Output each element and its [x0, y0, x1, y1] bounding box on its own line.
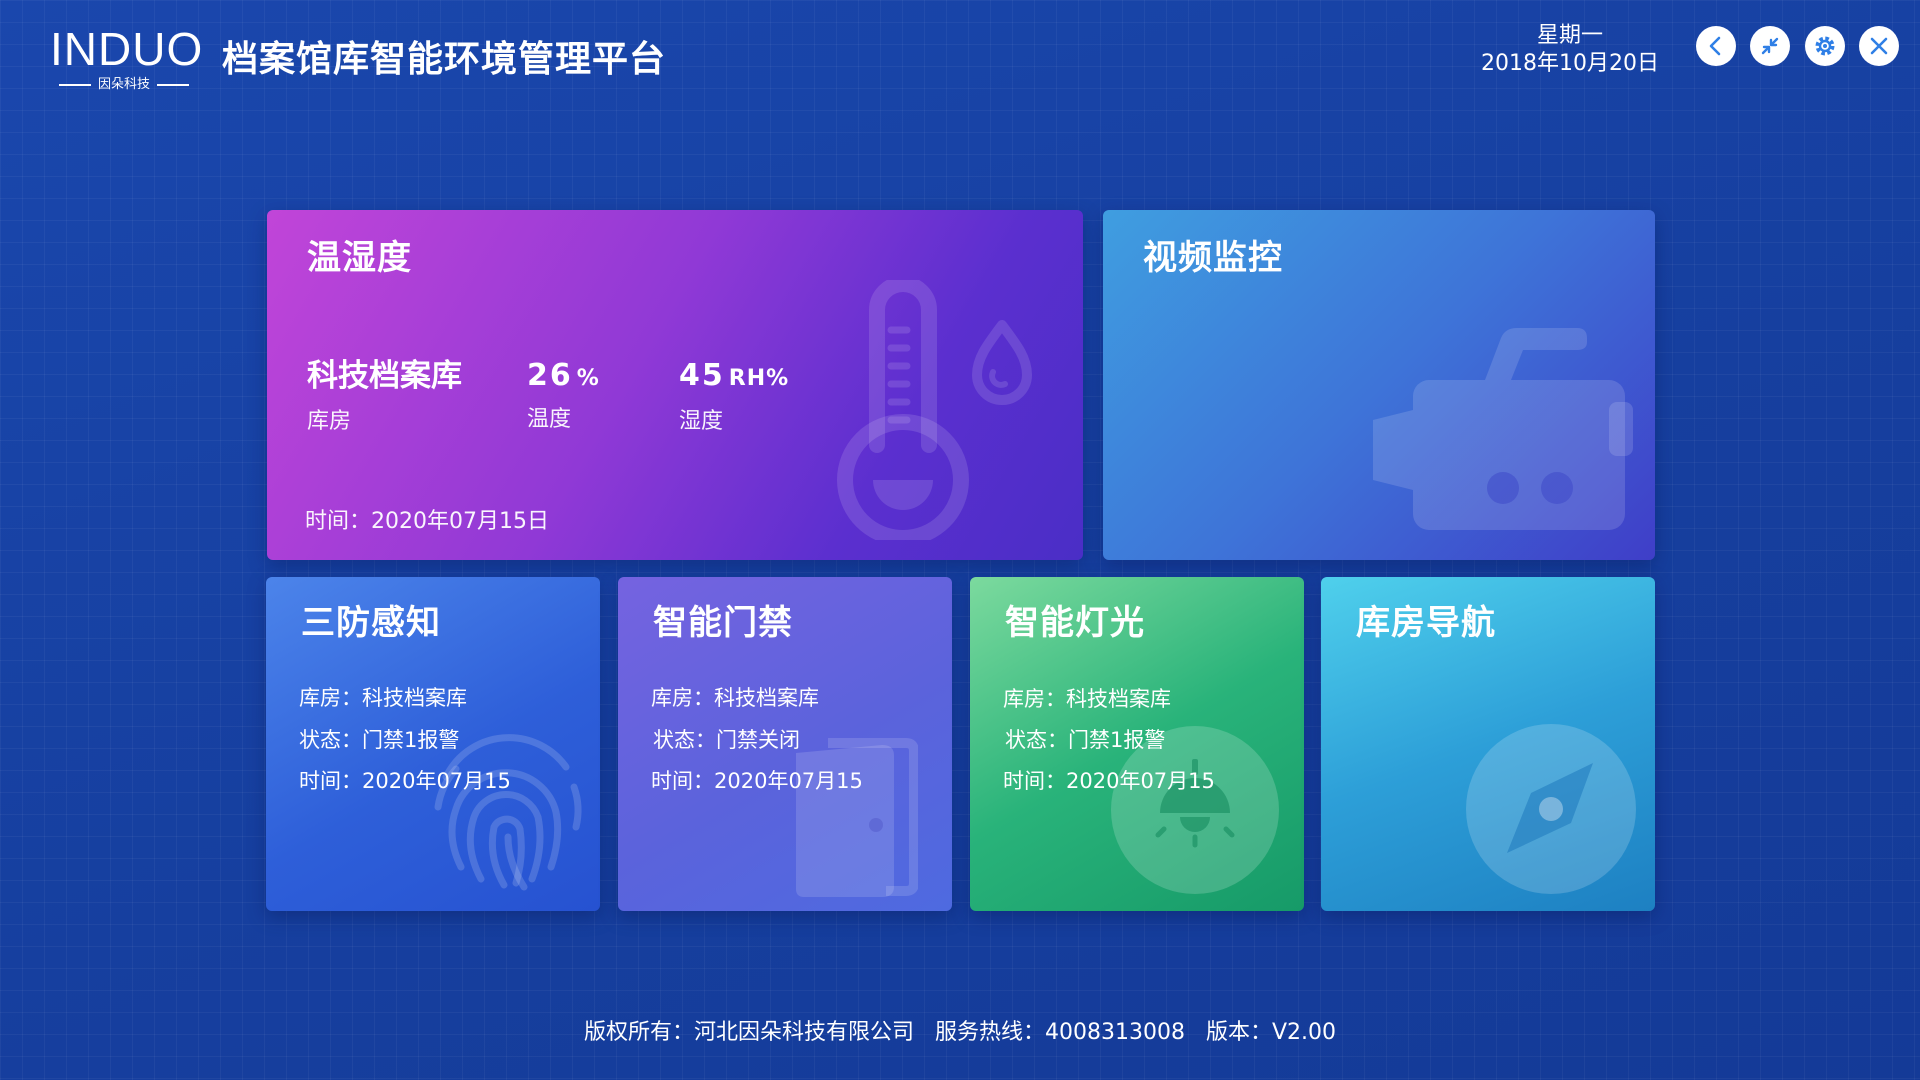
logo-subtitle-text: 因朵科技: [97, 77, 150, 92]
humidity-number: 45: [679, 358, 725, 393]
time-line: 时间：2020年07月15: [1003, 769, 1215, 793]
card-title: 库房导航: [1356, 603, 1496, 643]
humidity-unit: RH%: [728, 366, 790, 391]
temperature-number: 26: [527, 358, 573, 393]
smart-lighting-card[interactable]: 智能灯光 库房：科技档案库 状态：门禁1报警 时间：2020年07月15: [970, 577, 1304, 911]
time-line: 时间：2020年07月15: [299, 769, 511, 793]
thermometer-icon: [837, 280, 1032, 540]
compass-icon: [1466, 724, 1636, 894]
water-drop-icon: [972, 320, 1032, 405]
video-monitor-card[interactable]: 视频监控: [1103, 210, 1655, 560]
defense-sensing-card[interactable]: 三防感知 库房：科技档案库 状态：门禁1报警 时间：2020年07月15: [266, 577, 600, 911]
logo-divider-left: [58, 84, 91, 86]
hotline-text: 服务热线：4008313008: [934, 1020, 1185, 1045]
room-label: 库房: [307, 409, 352, 434]
weekday-text: 星期一: [1536, 23, 1603, 48]
card-title: 智能灯光: [1005, 603, 1145, 643]
app-title: 档案馆库智能环境管理平台: [222, 39, 667, 80]
room-name: 科技档案库: [307, 358, 462, 394]
video-camera-icon: [1373, 328, 1633, 530]
room-line: 库房：科技档案库: [299, 686, 467, 710]
logo-subtitle: 因朵科技: [50, 78, 198, 92]
temperature-value: 26%: [527, 358, 600, 397]
card-title: 温湿度: [307, 238, 412, 278]
copyright-text: 版权所有：河北因朵科技有限公司: [583, 1020, 914, 1045]
temperature-unit: %: [576, 366, 600, 391]
update-time: 时间：2020年07月15日: [305, 509, 549, 534]
warehouse-navigation-card[interactable]: 库房导航: [1321, 577, 1655, 911]
time-line: 时间：2020年07月15: [651, 769, 863, 793]
close-icon: [1870, 37, 1888, 55]
logo: INDUO 因朵科技: [50, 23, 204, 92]
humidity-label: 湿度: [679, 409, 724, 434]
gear-icon: [1815, 36, 1835, 56]
footer: 版权所有：河北因朵科技有限公司 服务热线：4008313008 版本：V2.00: [0, 1018, 1920, 1048]
logo-divider-right: [157, 84, 189, 86]
shrink-icon: [1761, 37, 1779, 55]
back-button[interactable]: [1696, 26, 1736, 66]
status-line: 状态：门禁1报警: [299, 728, 460, 752]
room-line: 库房：科技档案库: [651, 686, 819, 710]
card-title: 三防感知: [301, 603, 441, 643]
close-button[interactable]: [1859, 26, 1899, 66]
settings-button[interactable]: [1805, 26, 1845, 66]
version-text: 版本：V2.00: [1205, 1020, 1337, 1045]
date-text: 2018年10月20日: [1481, 51, 1659, 76]
restore-window-button[interactable]: [1750, 26, 1790, 66]
chevron-left-icon: [1709, 36, 1721, 56]
room-line: 库房：科技档案库: [1003, 687, 1171, 711]
temperature-label: 温度: [527, 407, 572, 432]
status-line: 状态：门禁1报警: [1005, 728, 1166, 752]
door-icon: [796, 738, 918, 897]
temp-humidity-card[interactable]: 温湿度 科技档案库 库房 26% 温度 45 RH% 湿度 时间：2020年07月…: [267, 210, 1083, 560]
card-title: 视频监控: [1143, 238, 1283, 278]
datetime-display: 星期一 2018年10月20日: [1470, 22, 1670, 78]
card-title: 智能门禁: [653, 603, 793, 643]
humidity-value: 45 RH%: [679, 358, 789, 397]
access-control-card[interactable]: 智能门禁 库房：科技档案库 状态：门禁关闭 时间：2020年07月15: [618, 577, 952, 911]
logo-wordmark: INDUO: [50, 23, 204, 75]
status-line: 状态：门禁关闭: [653, 728, 800, 752]
